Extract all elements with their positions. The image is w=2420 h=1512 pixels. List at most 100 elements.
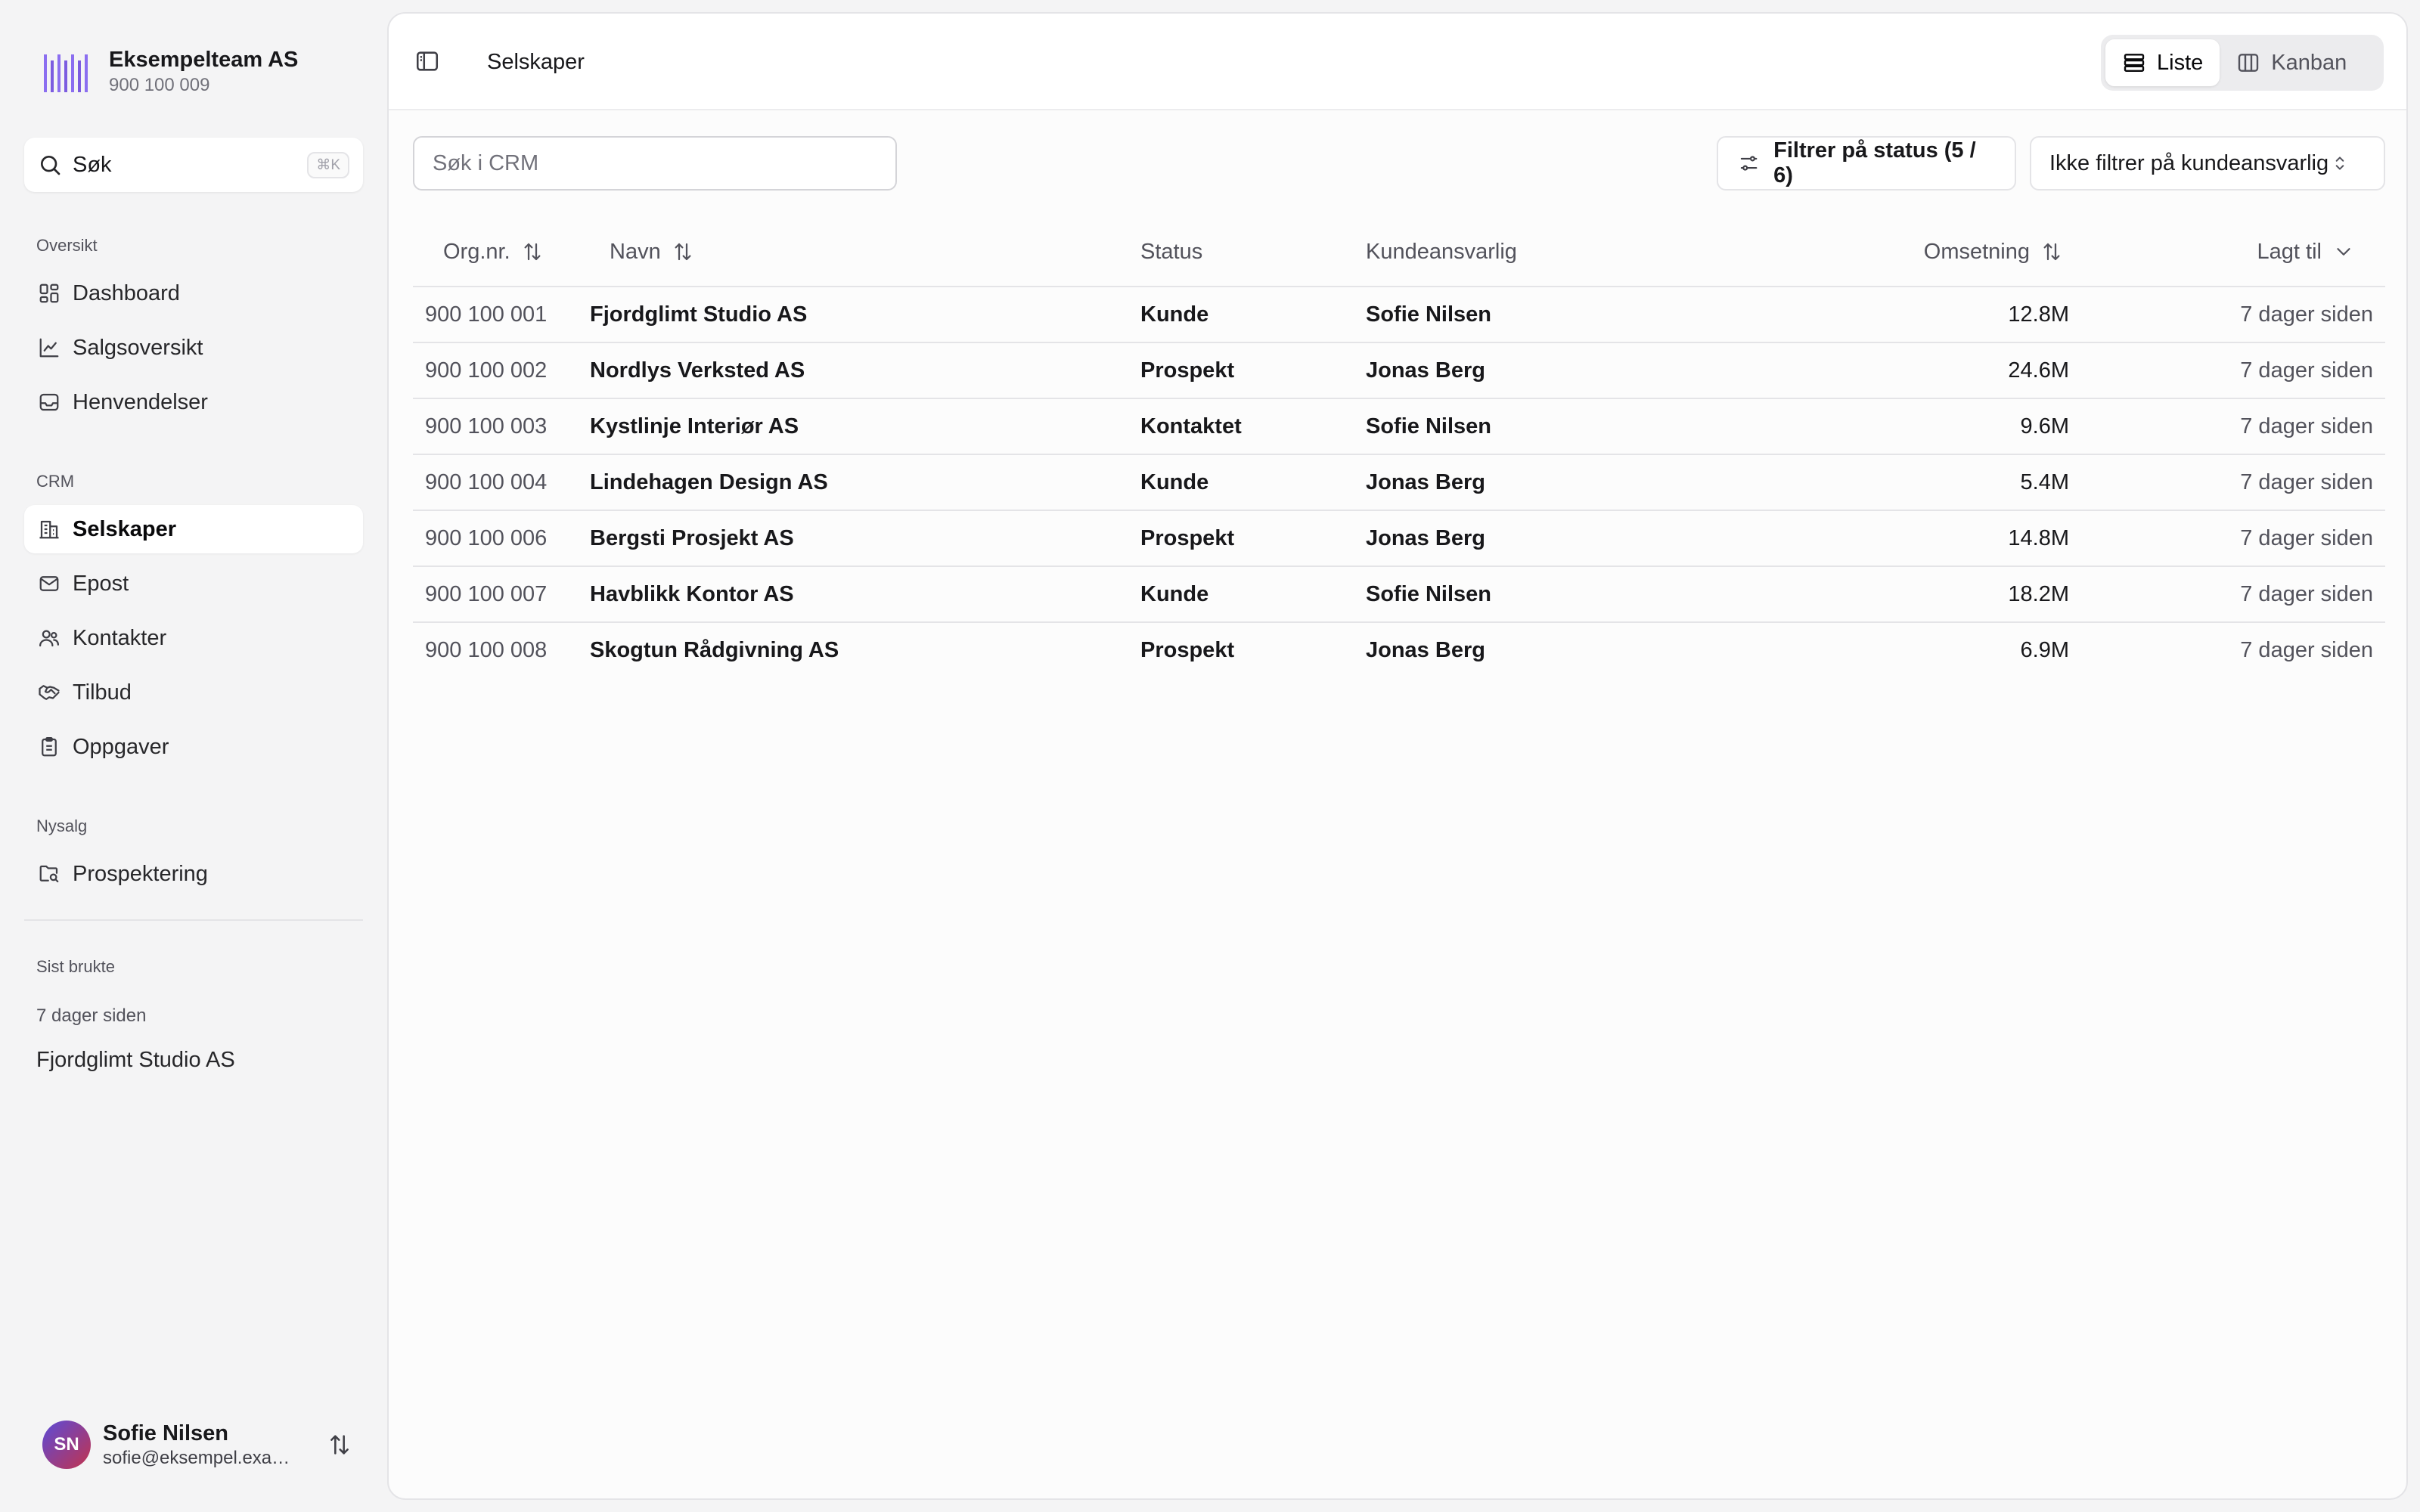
section-label-nysalg: Nysalg [36,816,88,835]
section-label-crm: CRM [36,472,75,491]
cell-added: 7 dager siden [2240,525,2373,550]
cell-status: Kunde [1140,302,1209,327]
sidebar-item-selskaper[interactable]: Selskaper [24,505,363,553]
column-header-navn[interactable]: Navn [610,218,694,286]
cell-revenue: 14.8M [2008,525,2069,550]
column-header-lagt-til[interactable]: Lagt til [2257,218,2355,286]
top-bar: Selskaper Liste Kanban [389,14,2406,110]
sidebar-item-label: Prospektering [73,861,208,886]
cell-status: Prospekt [1140,358,1235,383]
cell-revenue: 5.4M [2020,469,2069,494]
cell-owner: Sofie Nilsen [1366,414,1491,438]
table-row[interactable]: 900 100 003 Kystlinje Interiør AS Kontak… [413,399,2385,455]
table-row[interactable]: 900 100 006 Bergsti Prosjekt AS Prospekt… [413,511,2385,567]
dashboard-icon [38,282,60,305]
chevron-down-icon [2332,240,2355,263]
sidebar-item-epost[interactable]: Epost [24,559,363,608]
cell-orgnr: 900 100 006 [425,525,548,550]
sidebar-item-tilbud[interactable]: Tilbud [24,668,363,717]
cell-owner: Jonas Berg [1366,469,1485,494]
sidebar-item-label: Dashboard [73,280,180,305]
cell-added: 7 dager siden [2240,637,2373,662]
column-header-label: Lagt til [2257,239,2322,264]
cell-revenue: 24.6M [2008,358,2069,383]
cell-name: Skogtun Rådgivning AS [590,637,839,662]
user-menu[interactable]: SN Sofie Nilsen sofie@eksempel.example [24,1403,363,1486]
sidebar-item-salgsoversikt[interactable]: Salgsoversikt [24,324,363,372]
recent-item[interactable]: Fjordglimt Studio AS [24,1039,363,1081]
cell-orgnr: 900 100 001 [425,302,548,327]
inbox-icon [38,391,60,414]
section-label-oversikt: Oversikt [36,236,98,255]
search-shortcut: ⌘K [307,151,349,178]
sidebar-toggle-icon[interactable] [414,48,440,74]
cell-name: Kystlinje Interiør AS [590,414,799,438]
view-list-label: Liste [2157,50,2204,75]
status-filter-label: Filtrer på status (5 / 6) [1773,138,1976,187]
sidebar-item-prospektering[interactable]: Prospektering [24,850,363,898]
sidebar-item-kontakter[interactable]: Kontakter [24,614,363,662]
sidebar: Eksempelteam AS 900 100 009 Søk ⌘K Overs… [0,0,387,1512]
cell-orgnr: 900 100 008 [425,637,548,662]
table-row[interactable]: 900 100 004 Lindehagen Design AS Kunde J… [413,455,2385,511]
view-list-button[interactable]: Liste [2105,39,2220,86]
cell-revenue: 6.9M [2020,637,2069,662]
column-header-label: Omsetning [1923,239,2030,264]
status-filter-button[interactable]: Filtrer på status (5 / 6) [1717,136,2016,191]
cell-status: Kunde [1140,581,1209,606]
sort-arrows-icon [2040,240,2063,263]
cell-orgnr: 900 100 004 [425,469,548,494]
cell-name: Nordlys Verksted AS [590,358,805,383]
clipboard-icon [38,736,60,758]
column-header-label: Navn [610,239,661,264]
crm-search-input[interactable] [413,136,897,191]
search-label: Søk [73,152,112,177]
column-header-status[interactable]: Status [1140,218,1202,286]
chevron-up-down-icon [2330,153,2350,173]
page-title: Selskaper [487,50,585,74]
handshake-icon [38,681,60,704]
sidebar-item-label: Henvendelser [73,389,208,414]
user-name: Sofie Nilsen [103,1421,228,1445]
cell-orgnr: 900 100 007 [425,581,548,606]
cell-orgnr: 900 100 003 [425,414,548,438]
cell-orgnr: 900 100 002 [425,358,548,383]
sidebar-item-oppgaver[interactable]: Oppgaver [24,723,363,771]
sidebar-search-button[interactable]: Søk ⌘K [24,138,363,192]
cell-name: Lindehagen Design AS [590,469,828,494]
cell-name: Fjordglimt Studio AS [590,302,808,327]
sidebar-item-label: Salgsoversikt [73,335,203,360]
cell-owner: Jonas Berg [1366,637,1485,662]
cell-owner: Sofie Nilsen [1366,302,1491,327]
cell-owner: Sofie Nilsen [1366,581,1491,606]
cell-revenue: 18.2M [2008,581,2069,606]
column-header-omsetning[interactable]: Omsetning [1924,218,2063,286]
column-header-kundeansvarlig[interactable]: Kundeansvarlig [1366,218,1517,286]
column-header-orgnr[interactable]: Org.nr. [443,218,544,286]
sidebar-item-dashboard[interactable]: Dashboard [24,269,363,318]
table-row[interactable]: 900 100 008 Skogtun Rådgivning AS Prospe… [413,623,2385,677]
owner-filter-select[interactable]: Ikke filtrer på kundeansvarlig [2030,136,2385,191]
cell-added: 7 dager siden [2240,469,2373,494]
mail-icon [38,572,60,595]
team-switcher[interactable]: Eksempelteam AS 900 100 009 [24,26,363,116]
sidebar-item-label: Selskaper [73,516,177,541]
view-kanban-button[interactable]: Kanban [2220,39,2363,86]
cell-status: Kontaktet [1140,414,1242,438]
chart-line-icon [38,336,60,359]
cell-status: Prospekt [1140,637,1235,662]
team-logo [44,50,88,92]
users-icon [38,627,60,649]
section-label-recent: Sist brukte [36,957,115,976]
folder-search-icon [38,863,60,885]
user-email: sofie@eksempel.example [103,1448,299,1468]
cell-added: 7 dager siden [2240,302,2373,327]
table-row[interactable]: 900 100 001 Fjordglimt Studio AS Kunde S… [413,287,2385,343]
sidebar-item-henvendelser[interactable]: Henvendelser [24,378,363,426]
team-name: Eksempelteam AS [109,48,299,72]
table-body: 900 100 001 Fjordglimt Studio AS Kunde S… [413,287,2385,677]
table-row[interactable]: 900 100 007 Havblikk Kontor AS Kunde Sof… [413,567,2385,623]
table-row[interactable]: 900 100 002 Nordlys Verksted AS Prospekt… [413,343,2385,399]
kanban-icon [2236,51,2260,75]
cell-status: Prospekt [1140,525,1235,550]
